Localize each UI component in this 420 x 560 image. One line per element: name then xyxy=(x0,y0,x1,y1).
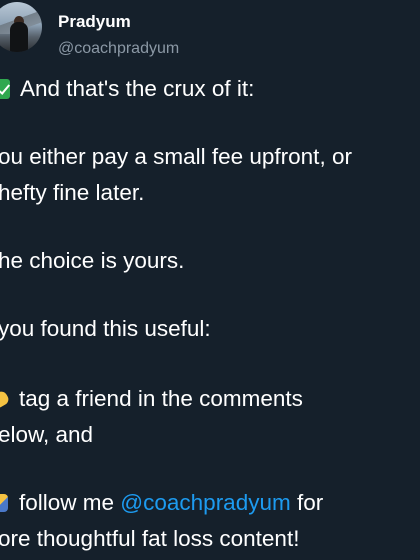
avatar[interactable] xyxy=(0,2,42,52)
tweet-line: elow, and xyxy=(0,422,94,447)
tweet-line: you found this useful: xyxy=(0,316,211,341)
tweet-line-text: follow me xyxy=(19,490,121,515)
tweet-line-text: And that's the crux of it: xyxy=(20,76,255,101)
tweet-line: And that's the crux of it: xyxy=(0,74,254,104)
tweet-line: he choice is yours. xyxy=(0,248,185,273)
author-handle[interactable]: @coachpradyum xyxy=(58,40,179,58)
avatar-person xyxy=(10,22,28,52)
mention-link[interactable]: @coachpradyum xyxy=(120,490,290,515)
tweet-line: ore thoughtful fat loss content! xyxy=(0,526,300,551)
tweet-header: Pradyum @coachpradyum xyxy=(0,0,420,72)
tweet-line-text: tag a friend in the comments xyxy=(19,386,303,411)
tweet-line: hefty fine later. xyxy=(0,180,145,205)
pointing-hand-icon xyxy=(0,389,11,409)
tweet-line: follow me @coachpradyum for xyxy=(0,488,323,518)
tweet-line: tag a friend in the comments xyxy=(0,384,303,414)
tweet-text: And that's the crux of it: ou either pay… xyxy=(0,72,420,560)
writing-hand-icon xyxy=(0,494,8,512)
author-name[interactable]: Pradyum xyxy=(58,12,131,32)
check-mark-icon xyxy=(0,79,10,99)
tweet-line: ou either pay a small fee upfront, or xyxy=(0,144,352,169)
tweet-line-text: for xyxy=(290,490,324,515)
